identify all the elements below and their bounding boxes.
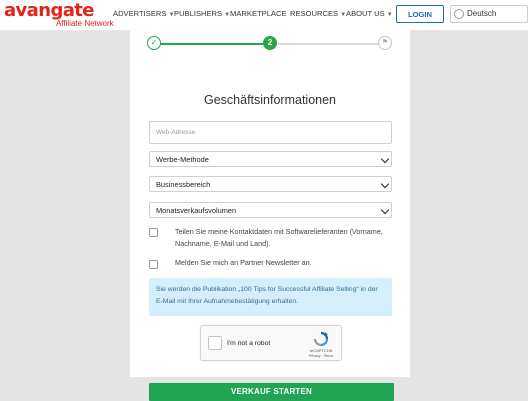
recaptcha-logo-icon xyxy=(313,331,329,347)
nav-marketplace[interactable]: MARKETPLACE xyxy=(230,9,287,19)
advertising-method-select[interactable]: Werbe-Methode xyxy=(149,151,392,167)
language-label: Deutsch xyxy=(467,9,497,18)
logo-wordmark: avangate xyxy=(4,0,94,21)
chevron-down-icon xyxy=(380,179,390,189)
share-contact-checkbox[interactable] xyxy=(149,228,158,237)
advertising-method-value: Werbe-Methode xyxy=(156,155,209,164)
share-contact-label: Teilen Sie meine Kontaktdaten mit Softwa… xyxy=(175,227,383,248)
chevron-down-icon: ▼ xyxy=(386,12,393,18)
stepper-line-complete xyxy=(160,43,268,45)
start-selling-button[interactable]: VERKAUF STARTEN xyxy=(149,383,394,401)
newsletter-checkbox[interactable] xyxy=(149,260,158,269)
recaptcha-privacy-terms[interactable]: Privacy - Terms xyxy=(302,354,340,358)
nav-about-us-label: ABOUT US xyxy=(346,9,385,18)
globe-icon xyxy=(454,9,464,19)
nav-advertisers-label: ADVERTISERS xyxy=(113,9,167,18)
form-title: Geschäftsinformationen xyxy=(203,93,336,107)
web-address-input[interactable]: Web-Adresse xyxy=(149,121,392,144)
signup-form-card: ✓ 2 ⚑ Geschäftsinformationen Web-Adresse… xyxy=(130,30,410,401)
login-button[interactable]: LOGIN xyxy=(396,5,444,23)
info-notice: Sie werden die Publikation „100 Tips for… xyxy=(149,278,392,316)
chevron-down-icon xyxy=(380,154,390,164)
monthly-sales-select[interactable]: Monatsverkaufsvolumen xyxy=(149,202,392,218)
nav-about-us[interactable]: ABOUT US ▼ xyxy=(346,9,393,20)
recaptcha-widget: I'm not a robot reCAPTCHA Privacy - Term… xyxy=(200,325,342,361)
site-header: avangate Affiliate Network ADVERTISERS ▼ … xyxy=(0,0,528,31)
recaptcha-checkbox[interactable] xyxy=(208,336,222,350)
avangate-logo[interactable]: avangate Affiliate Network xyxy=(4,0,114,29)
language-selector[interactable]: Deutsch xyxy=(450,5,528,23)
nav-publishers[interactable]: PUBLISHERS ▼ xyxy=(174,9,230,20)
business-area-select[interactable]: Businessbereich xyxy=(149,176,392,192)
check-icon: ✓ xyxy=(147,36,161,50)
nav-resources[interactable]: RESOURCES ▼ xyxy=(290,9,346,20)
progress-stepper: ✓ 2 ⚑ xyxy=(130,30,410,58)
stepper-line-pending xyxy=(278,43,380,45)
chevron-down-icon xyxy=(380,205,390,215)
nav-resources-label: RESOURCES xyxy=(290,9,339,18)
logo-subtitle: Affiliate Network xyxy=(56,19,114,28)
recaptcha-brand: reCAPTCHA xyxy=(309,348,333,353)
recaptcha-label: I'm not a robot xyxy=(227,340,271,347)
flag-icon: ⚑ xyxy=(378,36,392,50)
nav-marketplace-label: MARKETPLACE xyxy=(230,9,287,18)
monthly-sales-value: Monatsverkaufsvolumen xyxy=(156,206,237,215)
web-address-placeholder: Web-Adresse xyxy=(156,129,196,136)
newsletter-label: Melden Sie mich an Partner Newsletter an… xyxy=(175,258,312,267)
nav-publishers-label: PUBLISHERS xyxy=(174,9,223,18)
nav-advertisers[interactable]: ADVERTISERS ▼ xyxy=(113,9,174,20)
step-current: 2 xyxy=(263,36,277,50)
business-area-value: Businessbereich xyxy=(156,180,211,189)
